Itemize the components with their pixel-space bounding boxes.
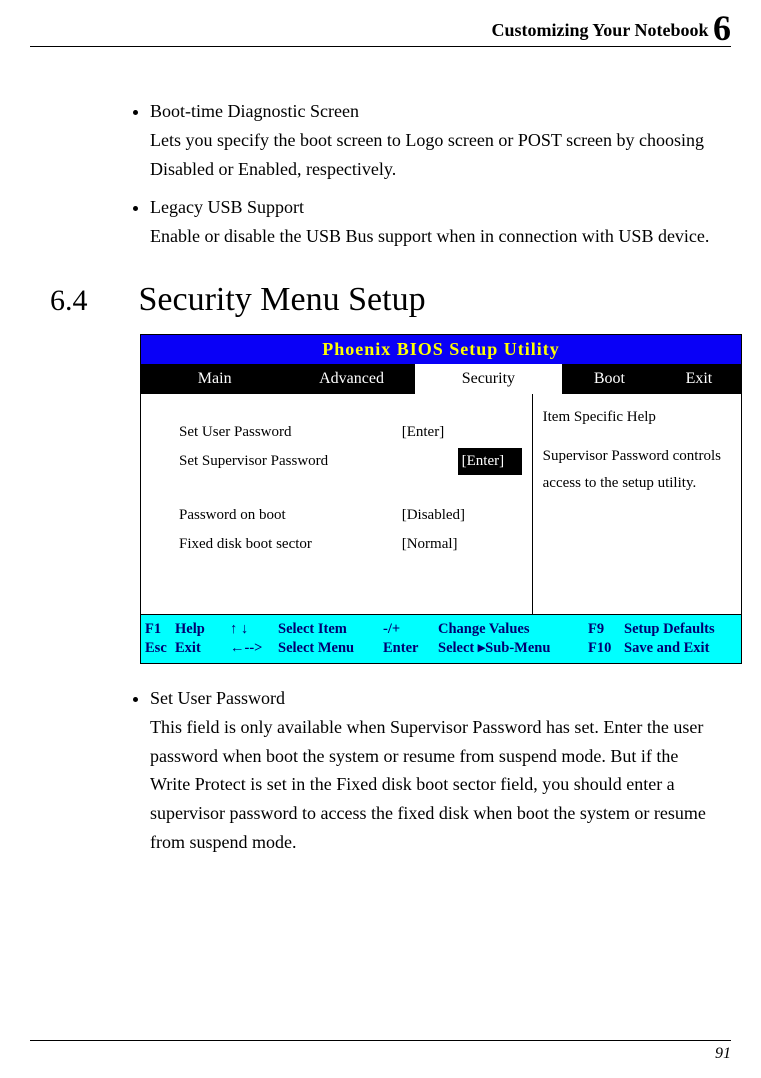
page-footer: 91 <box>30 1040 731 1063</box>
item-desc: Lets you specify the boot screen to Logo… <box>150 126 721 184</box>
bottom-bullet-list: Set User Password This field is only ava… <box>120 684 721 857</box>
option-label: Fixed disk boot sector <box>179 531 402 558</box>
option-value: [Enter] <box>402 419 522 446</box>
list-item: Set User Password This field is only ava… <box>150 684 721 857</box>
top-bullet-list: Boot-time Diagnostic Screen Lets you spe… <box>120 97 721 251</box>
item-desc: Enable or disable the USB Bus support wh… <box>150 222 721 251</box>
tab-exit[interactable]: Exit <box>657 364 741 394</box>
select-text: Select <box>438 640 474 656</box>
bios-body: Set User Password [Enter] Set Supervisor… <box>141 394 741 615</box>
tab-security[interactable]: Security <box>415 364 562 394</box>
list-item: Boot-time Diagnostic Screen Lets you spe… <box>150 97 721 183</box>
document-page: Customizing Your Notebook 6 Boot-time Di… <box>0 0 761 1078</box>
page-header: Customizing Your Notebook 6 <box>30 20 731 47</box>
option-row-selected[interactable]: Set Supervisor Password [Enter] <box>179 448 522 475</box>
item-title: Legacy USB Support <box>150 197 304 217</box>
bios-title-bar: Phoenix BIOS Setup Utility <box>141 335 741 364</box>
label-select-menu: Select Menu <box>278 640 383 657</box>
header-title: Customizing Your Notebook <box>491 20 708 40</box>
bios-footer: F1 Help ↑ ↓ Select Item -/+ Change Value… <box>141 615 741 663</box>
up-down-arrows-icon: ↑ ↓ <box>230 621 278 638</box>
key-minus-plus: -/+ <box>383 621 438 638</box>
label-exit: Exit <box>175 640 230 657</box>
help-text: Supervisor Password controls access to t… <box>543 443 733 497</box>
option-value: [Disabled] <box>402 502 522 529</box>
footer-row: Esc Exit ←--> Select Menu Enter Select ▸… <box>145 640 737 657</box>
bios-options-pane: Set User Password [Enter] Set Supervisor… <box>141 394 533 614</box>
option-label: Set Supervisor Password <box>179 448 458 475</box>
tab-boot[interactable]: Boot <box>562 364 657 394</box>
key-esc: Esc <box>145 640 175 657</box>
key-f9: F9 <box>588 621 624 638</box>
lower-content: Set User Password This field is only ava… <box>30 684 731 857</box>
label-save-and-exit: Save and Exit <box>624 640 709 657</box>
label-setup-defaults: Setup Defaults <box>624 621 715 638</box>
option-value: [Normal] <box>402 531 522 558</box>
bios-setup-utility: Phoenix BIOS Setup Utility Main Advanced… <box>140 334 742 664</box>
option-label: Password on boot <box>179 502 402 529</box>
left-right-arrows-icon: ←--> <box>230 640 278 657</box>
section-number: 6.4 <box>30 284 130 318</box>
option-value-selected: [Enter] <box>458 448 522 475</box>
tab-advanced[interactable]: Advanced <box>288 364 414 394</box>
item-title: Set User Password <box>150 688 285 708</box>
item-title: Boot-time Diagnostic Screen <box>150 101 359 121</box>
option-row[interactable]: Set User Password [Enter] <box>179 419 522 446</box>
main-content: Boot-time Diagnostic Screen Lets you spe… <box>30 97 731 251</box>
key-f10: F10 <box>588 640 624 657</box>
list-item: Legacy USB Support Enable or disable the… <box>150 193 721 251</box>
chapter-number: 6 <box>713 8 731 48</box>
submenu-text: ▸Sub-Menu <box>478 640 551 656</box>
option-label: Set User Password <box>179 419 402 446</box>
section-heading: 6.4 Security Menu Setup <box>30 281 731 319</box>
item-desc: This field is only available when Superv… <box>150 713 721 857</box>
key-enter: Enter <box>383 640 438 657</box>
section-title: Security Menu Setup <box>139 281 426 318</box>
page-number: 91 <box>715 1045 731 1062</box>
bios-help-pane: Item Specific Help Supervisor Password c… <box>533 394 741 614</box>
tab-main[interactable]: Main <box>141 364 288 394</box>
label-help: Help <box>175 621 230 638</box>
bios-menu-tabs: Main Advanced Security Boot Exit <box>141 364 741 394</box>
footer-row: F1 Help ↑ ↓ Select Item -/+ Change Value… <box>145 621 737 638</box>
spacer <box>179 477 522 502</box>
label-change-values: Change Values <box>438 621 588 638</box>
label-select-submenu: Select ▸Sub-Menu <box>438 640 588 657</box>
label-select-item: Select Item <box>278 621 383 638</box>
option-row[interactable]: Fixed disk boot sector [Normal] <box>179 531 522 558</box>
option-row[interactable]: Password on boot [Disabled] <box>179 502 522 529</box>
key-f1: F1 <box>145 621 175 638</box>
help-title: Item Specific Help <box>543 404 733 431</box>
